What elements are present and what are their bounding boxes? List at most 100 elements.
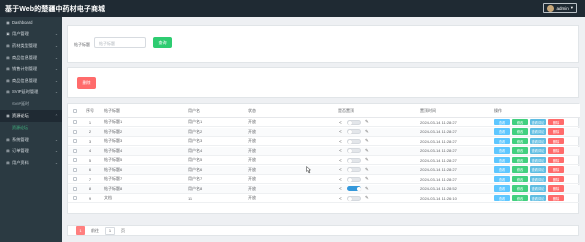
share-icon[interactable]: <: [338, 186, 343, 191]
share-icon[interactable]: <: [338, 196, 343, 201]
row-checkbox[interactable]: [73, 158, 77, 163]
top-toggle[interactable]: [347, 186, 361, 192]
delete-button[interactable]: 删除: [548, 137, 564, 145]
row-checkbox[interactable]: [73, 196, 77, 201]
delete-button[interactable]: 删除: [548, 128, 564, 135]
sidebar-subitem-svip[interactable]: SVIP延时: [0, 98, 62, 110]
top-toggle[interactable]: [347, 167, 361, 173]
view-button[interactable]: 查看: [494, 147, 510, 154]
view-button[interactable]: 查看: [494, 166, 510, 173]
view-comments-button[interactable]: 查看评论: [530, 147, 546, 154]
view-comments-button[interactable]: 查看评论: [530, 156, 546, 164]
view-comments-button[interactable]: 查看评论: [530, 166, 546, 173]
search-input[interactable]: 帖子标题: [94, 37, 146, 48]
share-icon[interactable]: <: [338, 158, 343, 163]
row-checkbox[interactable]: [73, 167, 77, 172]
goto-input[interactable]: 1: [105, 226, 115, 235]
view-comments-button[interactable]: 查看评论: [530, 118, 546, 126]
share-icon[interactable]: <: [338, 167, 343, 172]
edit-button[interactable]: 修改: [512, 175, 528, 183]
edit-button[interactable]: 修改: [512, 128, 528, 135]
view-button[interactable]: 查看: [494, 156, 510, 164]
row-checkbox[interactable]: [73, 120, 77, 125]
top-toggle[interactable]: [347, 119, 361, 125]
share-icon[interactable]: <: [338, 177, 343, 182]
share-icon[interactable]: <: [338, 148, 343, 153]
sidebar-item-product-2[interactable]: ▤ 商品信息管理 ⌄: [0, 75, 62, 87]
pencil-icon[interactable]: ✎: [365, 167, 369, 173]
sidebar-item-svip[interactable]: ▤ SVIP延时管理 ⌄: [0, 87, 62, 99]
delete-button[interactable]: 删除: [548, 156, 564, 164]
view-comments-button[interactable]: 查看评论: [530, 185, 546, 192]
edit-button[interactable]: 修改: [512, 156, 528, 164]
share-icon[interactable]: <: [338, 120, 343, 125]
row-checkbox[interactable]: [73, 177, 77, 182]
top-toggle[interactable]: [347, 148, 361, 154]
sidebar-item-forum[interactable]: ▦ 资源论坛 ⌃: [0, 110, 62, 122]
sidebar-item-plan[interactable]: ▤ 销售计划管理 ⌄: [0, 63, 62, 75]
sidebar-item-dashboard[interactable]: ▦ Dashboard: [0, 17, 62, 29]
delete-button[interactable]: 删除: [548, 118, 564, 126]
pencil-icon[interactable]: ✎: [365, 138, 369, 144]
edit-button[interactable]: 修改: [512, 137, 528, 145]
sidebar-item-profile[interactable]: ▤ 用户资料 ⌄: [0, 157, 62, 169]
pencil-icon[interactable]: ✎: [365, 148, 369, 154]
view-button[interactable]: 查看: [494, 128, 510, 135]
row-checkbox[interactable]: [73, 139, 77, 144]
row-checkbox[interactable]: [73, 186, 77, 191]
select-all-checkbox[interactable]: [73, 108, 77, 113]
edit-button[interactable]: 修改: [512, 147, 528, 154]
pencil-icon[interactable]: ✎: [365, 157, 369, 163]
view-comments-button[interactable]: 查看评论: [530, 128, 546, 135]
sidebar-item-product[interactable]: ▤ 商品信息管理 ⌄: [0, 52, 62, 64]
edit-button[interactable]: 修改: [512, 185, 528, 192]
pencil-icon[interactable]: ✎: [365, 119, 369, 125]
row-user: 11: [188, 195, 193, 201]
view-comments-button[interactable]: 查看评论: [530, 175, 546, 183]
top-toggle[interactable]: [347, 129, 361, 135]
sidebar-subitem-forum[interactable]: 资源论坛: [0, 122, 62, 134]
chevron-down-icon: ⌄: [54, 32, 58, 37]
sidebar-item-users[interactable]: ▣ 用户管理 ⌄: [0, 29, 62, 41]
delete-button[interactable]: 删除: [548, 194, 564, 202]
main-content: 帖子标题 帖子标题 查询 删除 序号 帖子标题 用户名 状态 是否置顶 置顶时间…: [62, 17, 585, 242]
top-toggle[interactable]: [347, 138, 361, 144]
pencil-icon[interactable]: ✎: [365, 195, 369, 201]
edit-button[interactable]: 修改: [512, 194, 528, 202]
edit-button[interactable]: 修改: [512, 118, 528, 126]
view-comments-button[interactable]: 查看评论: [530, 137, 546, 145]
pencil-icon[interactable]: ✎: [365, 186, 369, 192]
row-status: 开放: [248, 157, 256, 163]
row-checkbox[interactable]: [73, 129, 77, 134]
row-seq: 1: [88, 119, 92, 125]
row-actions: 查看 修改 查看评论 删除: [494, 147, 564, 154]
batch-delete-button[interactable]: 删除: [77, 77, 96, 89]
row-checkbox[interactable]: [73, 148, 77, 153]
top-toggle[interactable]: [347, 176, 361, 182]
share-icon[interactable]: <: [338, 129, 343, 134]
top-toggle[interactable]: [347, 195, 361, 201]
view-button[interactable]: 查看: [494, 137, 510, 145]
pencil-icon[interactable]: ✎: [365, 176, 369, 182]
sidebar-item-category[interactable]: ▤ 药材类型管理 ⌄: [0, 40, 62, 52]
view-button[interactable]: 查看: [494, 118, 510, 126]
sidebar-item-system[interactable]: ▤ 系统管理 ⌄: [0, 134, 62, 146]
delete-button[interactable]: 删除: [548, 147, 564, 154]
delete-button[interactable]: 删除: [548, 185, 564, 192]
user-menu[interactable]: admin ▾: [543, 3, 577, 13]
delete-button[interactable]: 删除: [548, 175, 564, 183]
view-button[interactable]: 查看: [494, 185, 510, 192]
share-icon[interactable]: <: [338, 139, 343, 144]
view-button[interactable]: 查看: [494, 175, 510, 183]
pencil-icon[interactable]: ✎: [365, 129, 369, 135]
search-button[interactable]: 查询: [153, 37, 172, 48]
view-comments-button[interactable]: 查看评论: [530, 194, 546, 202]
page-number[interactable]: 1: [76, 226, 85, 235]
view-button[interactable]: 查看: [494, 194, 510, 202]
top-toggle[interactable]: [347, 157, 361, 163]
row-seq: 9: [88, 195, 92, 201]
category-icon: ▤: [6, 43, 10, 48]
sidebar-item-orders[interactable]: ▤ 订单管理 ⌄: [0, 145, 62, 157]
edit-button[interactable]: 修改: [512, 166, 528, 173]
delete-button[interactable]: 删除: [548, 166, 564, 173]
